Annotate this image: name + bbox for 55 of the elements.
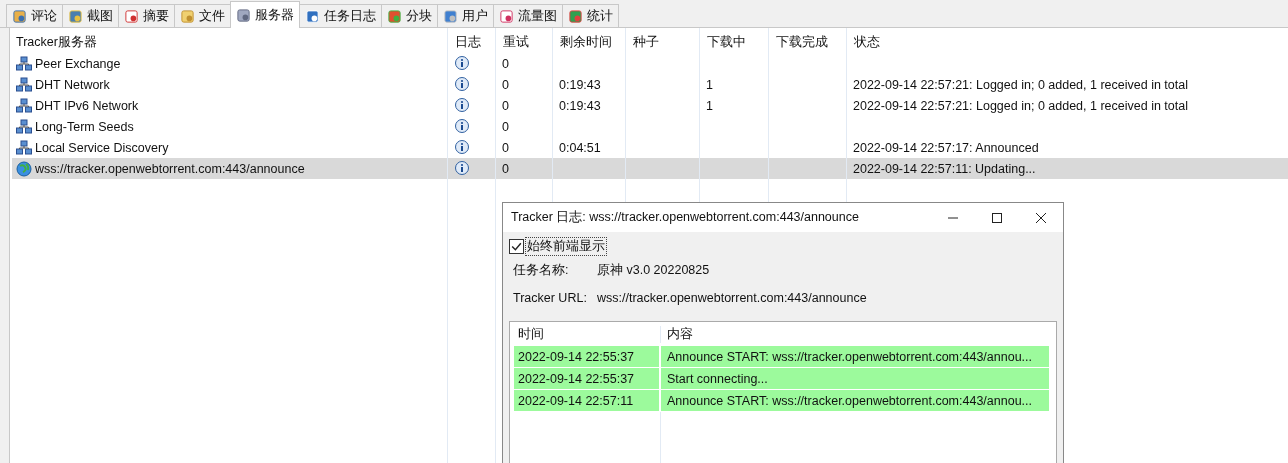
- column-header[interactable]: 种子: [626, 28, 700, 53]
- tracker-name: Peer Exchange: [35, 56, 121, 71]
- close-icon[interactable]: [1035, 211, 1047, 224]
- tab[interactable]: 统计: [562, 4, 619, 27]
- globe-icon: [16, 160, 32, 177]
- table-cell: 2022-09-14 22:57:17: Announced: [853, 140, 1039, 155]
- network-icon: [16, 97, 32, 114]
- table-cell: 0: [502, 119, 509, 134]
- table-cell: Start connecting...: [661, 368, 1051, 389]
- column-header[interactable]: 下载完成: [769, 28, 847, 53]
- network-icon: [16, 76, 32, 93]
- table-cell: 0: [502, 161, 509, 176]
- table-cell: 0:19:43: [559, 98, 601, 113]
- column-header[interactable]: 日志: [448, 28, 496, 53]
- table-cell: 0:19:43: [559, 77, 601, 92]
- tracker-name: Long-Term Seeds: [35, 119, 134, 134]
- field-label: 任务名称:: [513, 261, 570, 279]
- network-icon: [16, 139, 32, 156]
- tab[interactable]: 评论: [6, 4, 63, 27]
- table-cell: 1: [706, 77, 713, 92]
- tab[interactable]: 服务器: [230, 1, 300, 28]
- column-header[interactable]: 下载中: [700, 28, 769, 53]
- table-cell: 2022-09-14 22:57:21: Logged in; 0 added, 1 received in total: [853, 77, 1188, 92]
- column-header[interactable]: 内容: [661, 325, 1051, 343]
- table-cell: Announce START: wss://tracker.openwebtorrent.com:443/annou...: [661, 390, 1051, 411]
- table-cell: 0:04:51: [559, 140, 601, 155]
- window-title: Tracker 日志: wss://tracker.openwebtorrent.com:443/announce: [511, 209, 859, 226]
- table-cell: 2022-09-14 22:55:37: [514, 368, 661, 389]
- table-cell: 0: [502, 140, 509, 155]
- tracker-name: wss://tracker.openwebtorrent.com:443/announce: [35, 161, 305, 176]
- table-cell: 2022-09-14 22:57:11: Updating...: [853, 161, 1036, 176]
- column-header[interactable]: 状态: [847, 28, 1288, 53]
- tracker-name: Local Service Discovery: [35, 140, 169, 155]
- field-label: Tracker URL:: [513, 291, 588, 305]
- checkbox[interactable]: [509, 238, 524, 254]
- table-cell: 2022-09-14 22:55:37: [514, 346, 661, 367]
- table-cell: Announce START: wss://tracker.openwebtorrent.com:443/annou...: [661, 346, 1051, 367]
- table-cell: 0: [502, 77, 509, 92]
- field-value: wss://tracker.openwebtorrent.com:443/announce: [597, 291, 867, 305]
- table-cell: 0: [502, 56, 509, 71]
- maximize-icon[interactable]: [991, 211, 1003, 224]
- table-cell: 1: [706, 98, 713, 113]
- checkbox-label[interactable]: 始终前端显示: [525, 236, 607, 256]
- network-icon: [16, 55, 32, 72]
- column-header[interactable]: Tracker服务器: [12, 28, 448, 53]
- column-header[interactable]: 时间: [514, 325, 661, 343]
- column-header[interactable]: 剩余时间: [553, 28, 626, 53]
- field-value: 原神 v3.0 20220825: [597, 261, 710, 279]
- tracker-name: DHT Network: [35, 77, 110, 92]
- tracker-name: DHT IPv6 Network: [35, 98, 139, 113]
- table-cell: 2022-09-14 22:57:21: Logged in; 0 added, 1 received in total: [853, 98, 1188, 113]
- network-icon: [16, 118, 32, 135]
- table-cell: 2022-09-14 22:57:11: [514, 390, 661, 411]
- table-cell: 0: [502, 98, 509, 113]
- column-header[interactable]: 重试: [496, 28, 553, 53]
